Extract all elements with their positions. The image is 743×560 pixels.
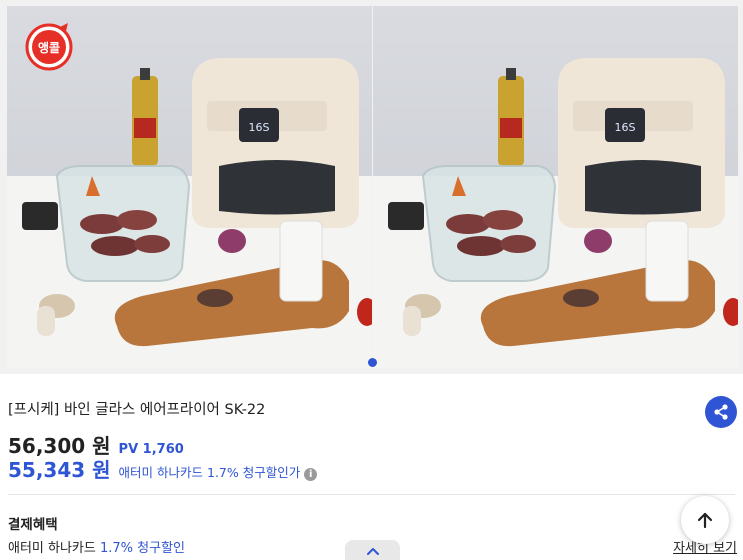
sale-note-text: 애터미 하나카드 1.7% 청구할인가 (118, 465, 301, 480)
product-image-carousel[interactable]: 16S 16S 앵콜 (0, 0, 743, 374)
divider (8, 494, 735, 495)
scroll-top-button[interactable] (681, 496, 729, 544)
chevron-up-icon (366, 548, 379, 555)
sale-price: 55,343 원 (8, 458, 111, 482)
fryer-display-2: 16S (615, 121, 636, 134)
expand-tab[interactable] (345, 540, 400, 560)
fryer-display: 16S (249, 121, 270, 134)
encore-badge-label: 앵콜 (38, 40, 60, 55)
benefit-discount: 1.7% 청구할인 (100, 541, 185, 556)
sale-price-row: 55,343 원 애터미 하나카드 1.7% 청구할인가 i (8, 454, 318, 483)
benefit-title: 결제혜택 (8, 517, 58, 533)
info-icon[interactable]: i (304, 468, 318, 481)
share-icon (714, 404, 728, 420)
share-button[interactable] (705, 396, 737, 428)
carousel-indicator-dot[interactable] (368, 358, 377, 367)
product-title: [프시케] 바인 글라스 에어프라이어 SK-22 (8, 402, 266, 418)
sale-note: 애터미 하나카드 1.7% 청구할인가 i (119, 462, 318, 481)
encore-badge: 앵콜 (24, 21, 74, 71)
benefit-card: 애터미 하나카드 (8, 541, 96, 556)
benefit-line: 애터미 하나카드 1.7% 청구할인 (8, 537, 185, 556)
product-image-2[interactable]: 16S (373, 6, 738, 368)
arrow-up-icon (697, 512, 713, 529)
